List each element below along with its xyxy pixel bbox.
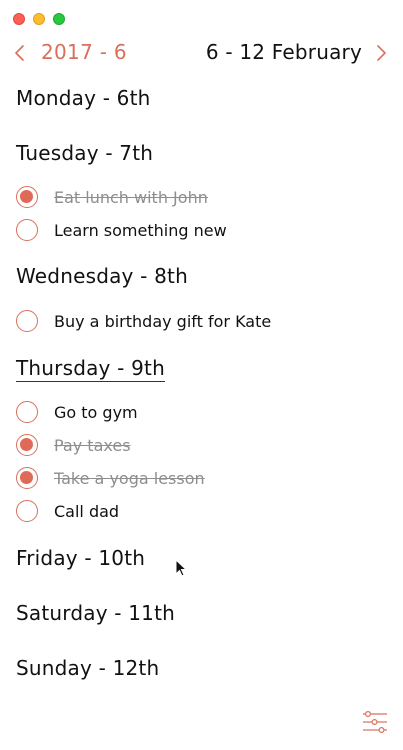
day-heading-wednesday[interactable]: Wednesday - 8th <box>16 264 188 288</box>
task-checkbox[interactable] <box>16 401 38 423</box>
month-label[interactable]: 2017 - 6 <box>41 40 127 64</box>
task-checkbox-checked[interactable] <box>16 186 38 208</box>
task-text: Go to gym <box>54 402 138 422</box>
day-heading-tuesday[interactable]: Tuesday - 7th <box>16 141 153 165</box>
task-item[interactable]: Pay taxes <box>16 433 131 457</box>
day-heading-friday[interactable]: Friday - 10th <box>16 546 145 570</box>
task-checkbox[interactable] <box>16 310 38 332</box>
task-item[interactable]: Call dad <box>16 499 119 523</box>
next-week-button[interactable] <box>371 38 393 68</box>
settings-button[interactable] <box>361 710 389 736</box>
task-text: Learn something new <box>54 220 227 240</box>
zoom-window-button[interactable] <box>53 13 65 25</box>
week-range-label: 6 - 12 February <box>205 40 362 64</box>
chevron-right-icon <box>377 45 386 61</box>
chevron-left-icon <box>15 45 24 61</box>
task-item[interactable]: Buy a birthday gift for Kate <box>16 309 271 333</box>
task-checkbox[interactable] <box>16 219 38 241</box>
day-heading-monday[interactable]: Monday - 6th <box>16 86 151 110</box>
task-checkbox-checked[interactable] <box>16 467 38 489</box>
day-heading-sunday[interactable]: Sunday - 12th <box>16 656 159 680</box>
close-window-button[interactable] <box>13 13 25 25</box>
task-item[interactable]: Learn something new <box>16 218 227 242</box>
mouse-cursor-icon <box>175 559 187 577</box>
task-text: Take a yoga lesson <box>54 468 205 488</box>
task-item[interactable]: Go to gym <box>16 400 138 424</box>
minimize-window-button[interactable] <box>33 13 45 25</box>
sliders-icon <box>363 710 387 734</box>
week-header: 2017 - 6 6 - 12 February <box>0 38 403 68</box>
task-item[interactable]: Eat lunch with John <box>16 185 208 209</box>
previous-week-button[interactable] <box>10 38 32 68</box>
task-text: Eat lunch with John <box>54 187 208 207</box>
task-text: Pay taxes <box>54 435 131 455</box>
day-heading-saturday[interactable]: Saturday - 11th <box>16 601 175 625</box>
window-controls <box>13 13 65 25</box>
task-text: Call dad <box>54 501 120 521</box>
task-checkbox-checked[interactable] <box>16 434 38 456</box>
day-heading-thursday[interactable]: Thursday - 9th <box>16 356 165 382</box>
task-item[interactable]: Take a yoga lesson <box>16 466 205 490</box>
app-window: 2017 - 6 6 - 12 February Monday - 6th Tu… <box>0 0 403 750</box>
task-checkbox[interactable] <box>16 500 38 522</box>
task-text: Buy a birthday gift for Kate <box>54 311 272 331</box>
